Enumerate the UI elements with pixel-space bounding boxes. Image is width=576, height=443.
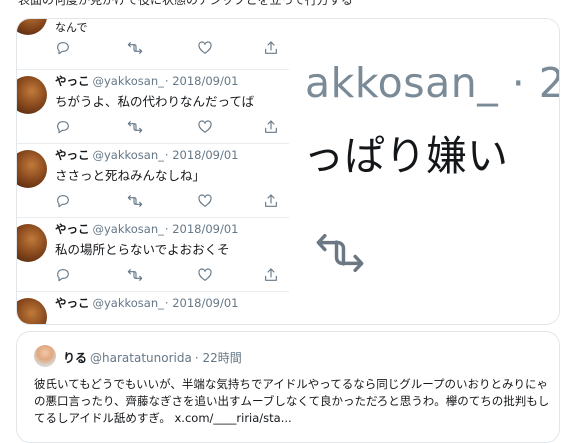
- top-text: 表面の何度か見かけて役に状態のアシップとを立って行方する: [18, 0, 353, 7]
- reply-icon[interactable]: [55, 193, 71, 209]
- tweet-date: · 2018/09/01: [164, 74, 239, 88]
- list-item: やっこ @yakkosan_· 2018/09/01 私の場所とらないでよおおくそ: [17, 217, 289, 298]
- tweet-text: 私の場所とらないでよおおくそ: [55, 242, 230, 257]
- share-icon[interactable]: [263, 119, 279, 135]
- tweet-text: なんで: [55, 21, 88, 34]
- reply-icon[interactable]: [55, 40, 71, 56]
- avatar: [17, 224, 47, 262]
- quoted-tweet-card[interactable]: なんで やっこ @yakkosan_· 2018/09/01 ちがうよ、私の代わり…: [16, 18, 560, 325]
- avatar: [17, 150, 47, 188]
- tweet-handle[interactable]: @haratatunorida: [90, 351, 192, 365]
- retweet-icon[interactable]: [127, 267, 143, 283]
- tweet-card[interactable]: りる @haratatunorida · 22時間 彼氏いてもどうでもいいが、半端な…: [16, 331, 560, 443]
- avatar[interactable]: [34, 345, 56, 367]
- tweet-date: · 2018/09/01: [164, 222, 239, 236]
- tweet-actions: [17, 193, 289, 213]
- tweet-handle: @yakkosan_: [92, 222, 164, 236]
- reply-icon[interactable]: [55, 119, 71, 135]
- zoomed-image: akkosan_ · 2 っぱり嫌い: [289, 19, 559, 324]
- tweet-time[interactable]: · 22時間: [195, 351, 242, 365]
- tweet-handle: @yakkosan_: [92, 74, 164, 88]
- like-icon[interactable]: [197, 40, 213, 56]
- retweet-icon[interactable]: [127, 193, 143, 209]
- tweet-author-name: やっこ: [55, 222, 90, 236]
- tweet-actions: [17, 119, 289, 139]
- tweet-author-name: やっこ: [55, 148, 90, 162]
- tweet-header: やっこ @yakkosan_· 2018/09/01: [55, 295, 238, 311]
- tweet-text: ささっと死ねみんなしね」: [55, 168, 206, 183]
- list-item: やっこ @yakkosan_· 2018/09/01 ちがうよ、私の代わりなんだっ…: [17, 69, 289, 150]
- share-icon[interactable]: [263, 267, 279, 283]
- list-item: やっこ @yakkosan_· 2018/09/01: [17, 291, 289, 324]
- tweet-author-name: やっこ: [55, 296, 90, 310]
- zoomed-text: っぱり嫌い: [303, 132, 508, 180]
- tweet-author-name: やっこ: [55, 74, 90, 88]
- like-icon[interactable]: [197, 267, 213, 283]
- share-icon[interactable]: [263, 40, 279, 56]
- tweet-text: ちがうよ、私の代わりなんだってば: [55, 94, 255, 109]
- reply-icon[interactable]: [55, 267, 71, 283]
- tweet-header: やっこ @yakkosan_· 2018/09/01: [55, 221, 238, 237]
- tweet-header: やっこ @yakkosan_· 2018/09/01: [55, 73, 238, 89]
- zoomed-handle: akkosan_ · 2: [305, 59, 559, 107]
- retweet-icon: [307, 227, 373, 279]
- tweet-actions: [17, 40, 289, 60]
- tweet-handle: @yakkosan_: [92, 296, 164, 310]
- tweet-header: やっこ @yakkosan_· 2018/09/01: [55, 147, 238, 163]
- thread-screenshot: なんで やっこ @yakkosan_· 2018/09/01 ちがうよ、私の代わり…: [17, 19, 289, 324]
- tweet-date: · 2018/09/01: [164, 296, 239, 310]
- list-item: やっこ @yakkosan_· 2018/09/01 ささっと死ねみんなしね」: [17, 143, 289, 224]
- like-icon[interactable]: [197, 193, 213, 209]
- avatar: [17, 76, 47, 114]
- tweet-actions: [17, 267, 289, 287]
- tweet-author-name[interactable]: りる: [63, 351, 87, 365]
- like-icon[interactable]: [197, 119, 213, 135]
- tweet-text: 彼氏いてもどうでもいいが、半端な気持ちでアイドルやってるなら同じグループのいおり…: [34, 377, 550, 425]
- tweet-handle: @yakkosan_: [92, 148, 164, 162]
- avatar: [17, 19, 47, 35]
- retweet-icon[interactable]: [127, 119, 143, 135]
- avatar: [17, 298, 47, 324]
- tweet-header: りる @haratatunorida · 22時間: [63, 349, 242, 366]
- share-icon[interactable]: [263, 193, 279, 209]
- retweet-icon[interactable]: [127, 40, 143, 56]
- tweet-date: · 2018/09/01: [164, 148, 239, 162]
